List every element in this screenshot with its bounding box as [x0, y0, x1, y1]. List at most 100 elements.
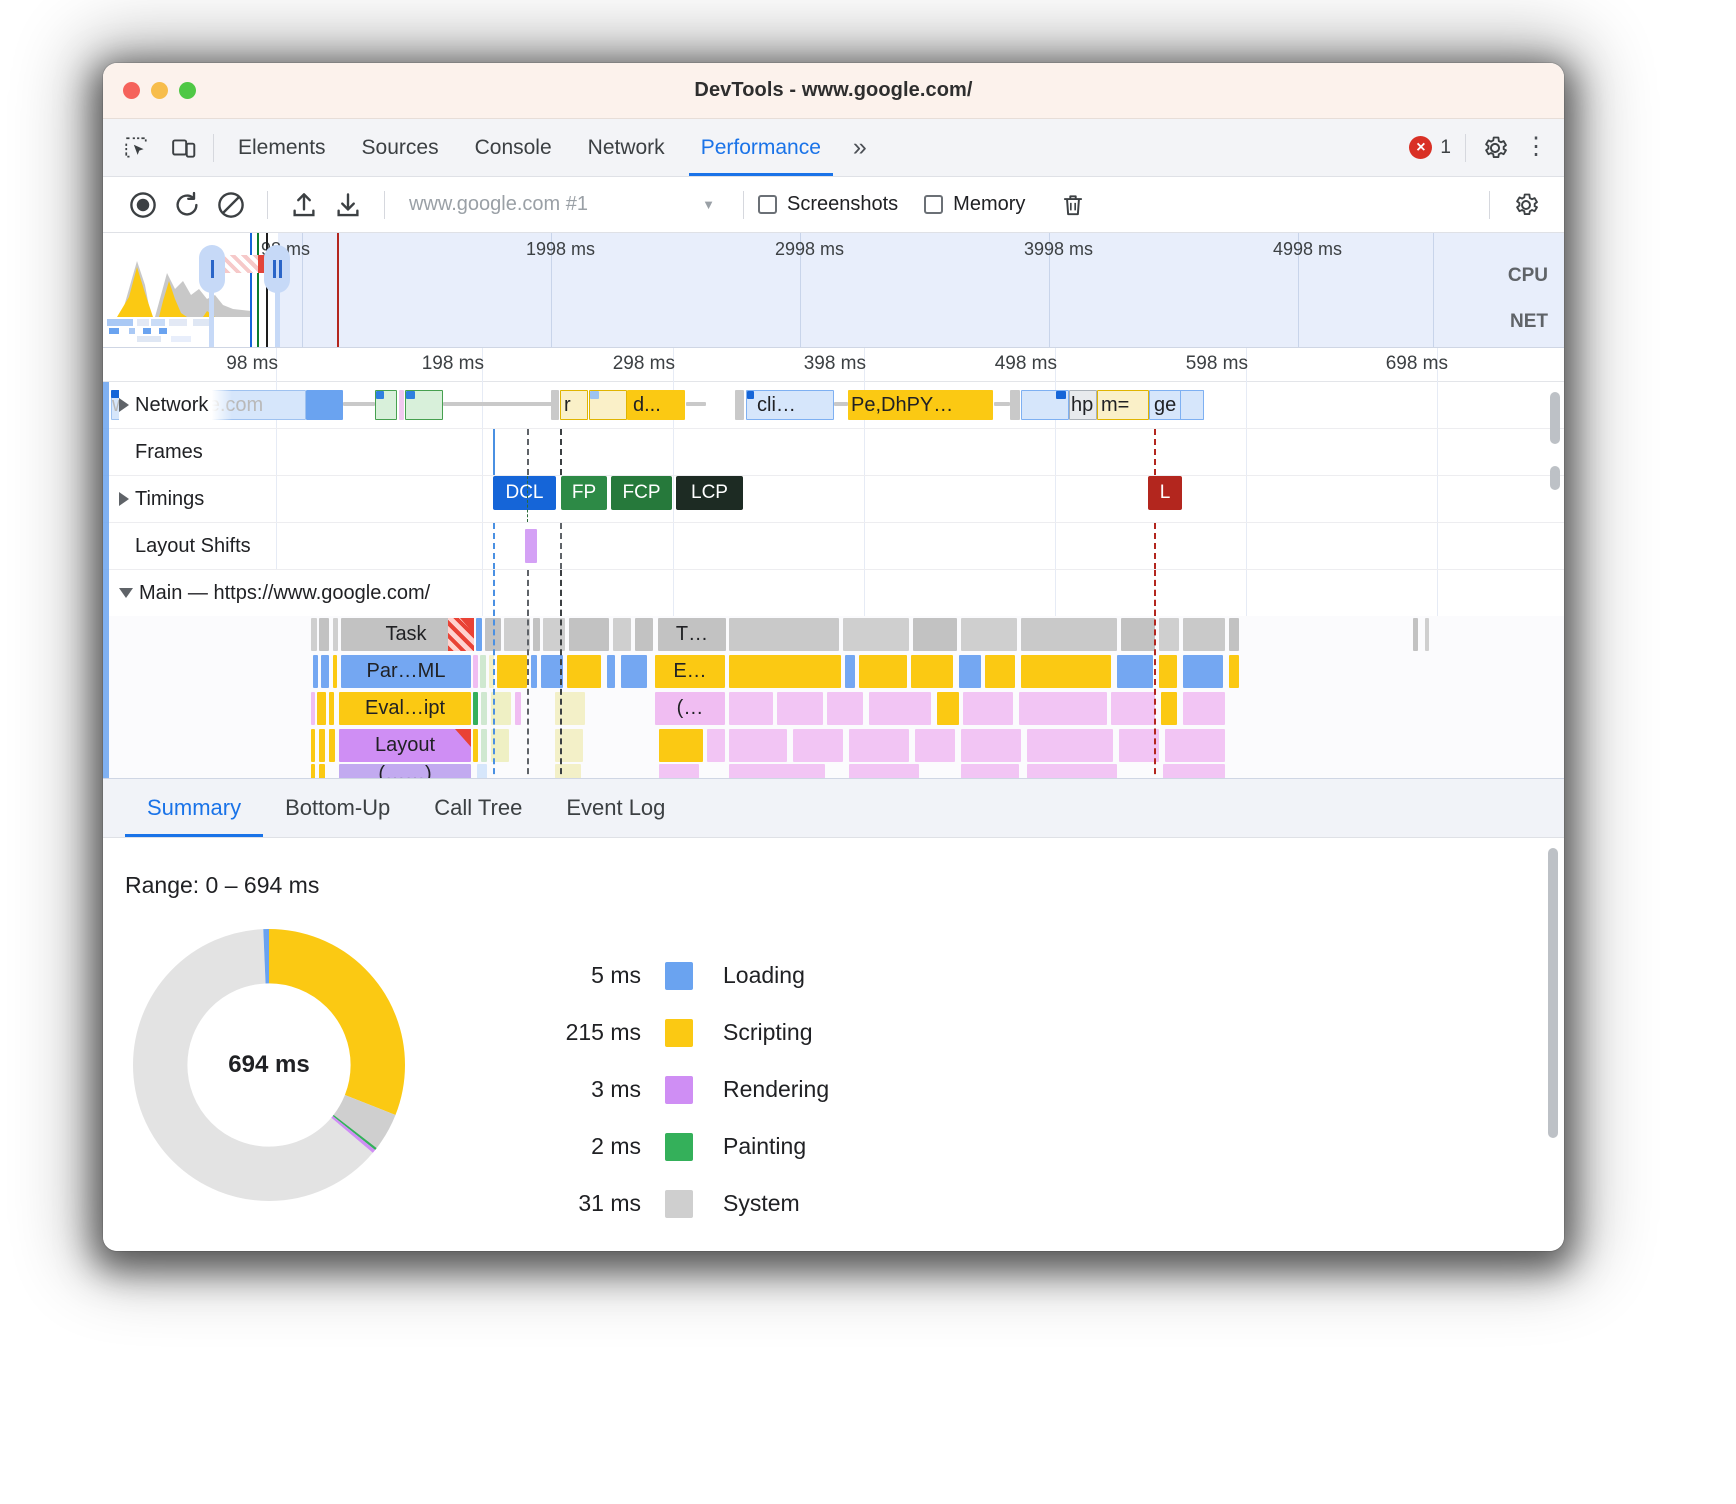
flame-block[interactable]: [1021, 618, 1117, 651]
flame-block-parse-html[interactable]: Par…ML: [341, 655, 471, 688]
flame-block-paren[interactable]: (…: [655, 692, 725, 725]
track-network-label[interactable]: Network: [119, 382, 232, 428]
flame-block[interactable]: [533, 618, 540, 651]
network-request-bar[interactable]: [735, 390, 744, 420]
track-timings-label[interactable]: Timings: [119, 476, 228, 522]
flame-block[interactable]: [531, 655, 537, 688]
flame-block[interactable]: [1121, 618, 1155, 651]
flame-block[interactable]: [321, 655, 329, 688]
flame-block[interactable]: [607, 655, 615, 688]
chevron-right-icon[interactable]: [119, 492, 129, 506]
flame-block[interactable]: [473, 729, 478, 762]
flame-block[interactable]: [333, 618, 338, 651]
flame-row[interactable]: Task T…: [103, 616, 1564, 653]
tab-console[interactable]: Console: [457, 119, 570, 176]
flame-block[interactable]: [1111, 692, 1155, 725]
flame-block[interactable]: [319, 618, 329, 651]
tab-elements[interactable]: Elements: [220, 119, 344, 176]
flame-row[interactable]: (……): [103, 764, 1564, 778]
download-profile-icon[interactable]: [326, 183, 370, 227]
tracks-scrollbar-thumb-secondary[interactable]: [1550, 466, 1560, 490]
chevron-down-icon[interactable]: [119, 588, 133, 598]
overview-window-left-handle[interactable]: [199, 245, 225, 293]
screenshots-checkbox[interactable]: Screenshots: [758, 193, 898, 216]
flame-block[interactable]: [959, 655, 981, 688]
upload-profile-icon[interactable]: [282, 183, 326, 227]
flame-block[interactable]: [777, 692, 823, 725]
summary-scrollbar-thumb[interactable]: [1548, 848, 1558, 1138]
tab-call-tree[interactable]: Call Tree: [412, 779, 544, 837]
flame-block[interactable]: [963, 692, 1013, 725]
tracks-scrollbar-thumb[interactable]: [1550, 392, 1560, 444]
flame-block-nested[interactable]: (……): [339, 764, 471, 778]
flame-block[interactable]: [481, 729, 487, 762]
flame-block[interactable]: [1413, 618, 1418, 651]
flame-block[interactable]: [859, 655, 907, 688]
flame-block[interactable]: [481, 692, 487, 725]
delete-icon[interactable]: [1051, 183, 1095, 227]
flame-block[interactable]: [497, 655, 527, 688]
flame-block[interactable]: [473, 655, 478, 688]
flame-block-layout[interactable]: Layout: [339, 729, 471, 762]
track-frames-label[interactable]: Frames: [119, 429, 227, 475]
flame-block[interactable]: [1183, 618, 1225, 651]
flame-block[interactable]: [473, 692, 478, 725]
flame-block-eval-script[interactable]: Eval…ipt: [339, 692, 471, 725]
network-request-bar[interactable]: [1010, 390, 1020, 420]
flame-block[interactable]: [1027, 764, 1117, 778]
network-request-bar[interactable]: [1180, 390, 1204, 420]
flame-block[interactable]: [729, 764, 825, 778]
reload-record-icon[interactable]: [165, 183, 209, 227]
flame-row[interactable]: Layout: [103, 727, 1564, 764]
flame-block[interactable]: [319, 729, 325, 762]
tab-event-log[interactable]: Event Log: [544, 779, 687, 837]
layout-shift-marker[interactable]: [525, 529, 537, 563]
flame-block[interactable]: [311, 729, 315, 762]
track-frames[interactable]: Frames: [103, 429, 1564, 476]
track-layout-shifts[interactable]: Layout Shifts: [103, 523, 1564, 570]
flame-block[interactable]: [1021, 655, 1111, 688]
flame-block[interactable]: [843, 618, 909, 651]
track-main[interactable]: Main — https://www.google.com/: [103, 570, 1564, 616]
tab-network[interactable]: Network: [570, 119, 683, 176]
flame-row[interactable]: Eval…ipt (…: [103, 690, 1564, 727]
gear-icon[interactable]: [1480, 133, 1510, 163]
flame-block[interactable]: [476, 618, 482, 651]
overview-window-right-handle[interactable]: [264, 245, 290, 293]
timing-marker-load[interactable]: L: [1148, 476, 1182, 510]
record-icon[interactable]: [121, 183, 165, 227]
flame-block[interactable]: [937, 692, 959, 725]
network-request-bar[interactable]: [551, 390, 559, 420]
flame-block[interactable]: [621, 655, 647, 688]
flame-block[interactable]: [317, 692, 326, 725]
flame-block[interactable]: [1165, 729, 1225, 762]
flame-block-task-2[interactable]: T…: [658, 618, 726, 651]
flame-block[interactable]: [1183, 655, 1223, 688]
flame-block[interactable]: [515, 692, 521, 725]
kebab-menu-icon[interactable]: ⋮: [1524, 140, 1546, 154]
flame-block[interactable]: [311, 618, 317, 651]
flame-block[interactable]: [613, 618, 631, 651]
flame-block[interactable]: [477, 764, 487, 778]
timeline-overview[interactable]: 98 ms 1998 ms 2998 ms 3998 ms 4998 ms: [103, 233, 1564, 348]
flame-block[interactable]: [961, 764, 1019, 778]
track-main-label[interactable]: Main — https://www.google.com/: [119, 570, 454, 616]
legend-row-painting[interactable]: 2 ms Painting: [525, 1118, 829, 1175]
legend-row-loading[interactable]: 5 ms Loading: [525, 947, 829, 1004]
legend-row-rendering[interactable]: 3 ms Rendering: [525, 1061, 829, 1118]
flame-block[interactable]: [961, 618, 1017, 651]
timeline-tracks[interactable]: 98 ms 198 ms 298 ms 398 ms 498 ms 598 ms…: [103, 348, 1564, 778]
flame-block[interactable]: [913, 618, 957, 651]
flame-block[interactable]: [729, 692, 773, 725]
flame-block[interactable]: [1161, 692, 1177, 725]
network-request-bar[interactable]: [399, 390, 404, 420]
flame-block[interactable]: [1019, 692, 1107, 725]
main-flamechart[interactable]: Task T…: [103, 616, 1564, 778]
track-layout-shifts-label[interactable]: Layout Shifts: [119, 523, 275, 569]
flame-block[interactable]: [569, 618, 609, 651]
flame-block[interactable]: [1119, 729, 1159, 762]
tab-summary[interactable]: Summary: [125, 779, 263, 837]
track-timings[interactable]: Timings DCL FP FCP LCP L: [103, 476, 1564, 523]
legend-row-system[interactable]: 31 ms System: [525, 1175, 829, 1232]
flame-block[interactable]: [911, 655, 953, 688]
